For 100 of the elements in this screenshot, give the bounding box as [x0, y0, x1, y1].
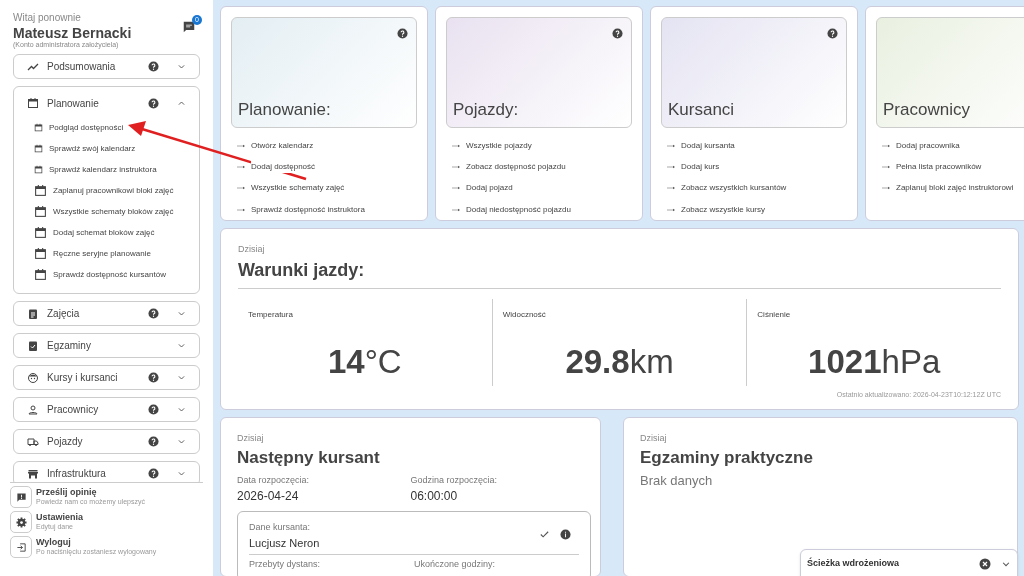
field-label: Ukończone godziny: — [414, 558, 497, 572]
chevron-down-icon — [177, 469, 186, 478]
help-icon — [612, 28, 623, 39]
store-icon — [27, 467, 39, 480]
calendar-icon — [34, 247, 47, 260]
submenu-item[interactable]: Ręczne seryjne planowanie — [34, 243, 199, 264]
chevron-down-icon — [177, 373, 186, 382]
submenu-item[interactable]: Dodaj schemat bloków zajęć — [34, 222, 199, 243]
field-label: Dane kursanta: — [249, 521, 312, 535]
clipboard-check-icon — [27, 339, 39, 352]
section-label: Kursy i kursanci — [47, 371, 119, 385]
link[interactable]: Dodaj dostępność — [237, 156, 417, 178]
link[interactable]: Dodaj niedostępność pojazdu — [452, 198, 632, 221]
card-title: Pracownicy — [883, 98, 970, 121]
link[interactable]: Zobacz wszystkich kursantów — [667, 177, 847, 199]
section-label: Planowanie — [47, 96, 100, 111]
card-title: Pojazdy: — [453, 98, 519, 121]
help-icon — [148, 372, 159, 383]
link[interactable]: Wszystkie schematy zajęć — [237, 177, 417, 199]
person-icon — [27, 403, 39, 416]
submenu-item[interactable]: Sprawdź swój kalendarz — [34, 138, 199, 159]
link[interactable]: Dodaj kurs — [667, 156, 847, 178]
link[interactable]: Dodaj pracownika — [882, 135, 1024, 157]
link[interactable]: Zobacz dostępność pojazdu — [452, 156, 632, 178]
link[interactable]: Zaplanuj bloki zajęć instruktorowi — [882, 177, 1024, 199]
caption: Dzisiaj — [238, 243, 266, 257]
card-title: Planowanie: — [238, 98, 331, 121]
panel-title: Ścieżka wdrożeniowa — [807, 557, 900, 571]
info-icon[interactable] — [560, 529, 571, 541]
submenu-item[interactable]: Wszystkie schematy bloków zajęć — [34, 201, 199, 222]
calendar-icon — [34, 226, 47, 239]
chevron-down-icon — [177, 341, 186, 350]
link[interactable]: Otwórz kalendarz — [237, 135, 417, 157]
empty-message: Brak danych — [640, 471, 714, 490]
action-title: Ustawienia — [36, 512, 84, 522]
section-label: Egzaminy — [47, 339, 92, 353]
help-icon — [148, 436, 159, 447]
section-label: Infrastruktura — [47, 467, 107, 481]
user-name: Mateusz Bernacki — [13, 25, 132, 41]
accordion-header[interactable]: Infrastruktura — [14, 462, 199, 482]
metric-label: Temperatura — [248, 308, 294, 321]
accordion-header[interactable]: Egzaminy — [14, 334, 199, 357]
metric-label: Ciśnienie — [757, 308, 792, 321]
calendar-icon — [34, 184, 47, 197]
calendar-icon — [34, 268, 47, 281]
section-label: Pojazdy — [47, 435, 84, 449]
logout-icon — [15, 541, 27, 553]
caption: Dzisiaj — [237, 431, 265, 445]
clipboard-icon — [27, 307, 39, 320]
chevron-down-icon — [177, 62, 186, 71]
field-label: Godzina rozpoczęcia: — [410, 473, 499, 487]
accordion-header[interactable]: Zajęcia — [14, 302, 199, 325]
card-title: Kursanci — [668, 98, 735, 121]
card-title: Następny kursant — [237, 447, 381, 470]
link[interactable]: Dodaj pojazd — [452, 177, 632, 199]
help-icon — [148, 468, 159, 479]
submenu-item[interactable]: Podgląd dostępności — [34, 117, 199, 138]
link[interactable]: Zobacz wszystkie kursy — [667, 198, 847, 221]
accordion-header[interactable]: Planowanie — [14, 89, 199, 117]
section-label: Pracownicy — [47, 403, 100, 417]
chevron-down-icon — [177, 309, 186, 318]
metric-label: Widoczność — [502, 308, 547, 321]
help-icon — [148, 404, 159, 415]
accordion-header[interactable]: Kursy i kursanci — [14, 366, 199, 389]
action-title: Prześlij opinię — [36, 487, 98, 497]
settings-icon — [15, 516, 27, 528]
vehicle-icon — [27, 435, 39, 448]
chevron-down-icon — [177, 405, 186, 414]
link[interactable]: Sprawdź dostępność instruktora — [237, 198, 417, 221]
feedback-icon — [15, 491, 27, 503]
chat-icon[interactable] — [182, 20, 196, 34]
field-value: 06:00:00 — [410, 488, 459, 506]
metric-value: 1021hPa — [807, 341, 942, 382]
field-value: 2026-04-24 — [237, 488, 300, 506]
help-icon — [148, 97, 159, 109]
calendar-icon — [34, 205, 47, 218]
accordion-header[interactable]: Podsumowania — [14, 55, 199, 78]
accordion-header[interactable]: Pracownicy — [14, 398, 199, 421]
help-icon — [827, 28, 838, 39]
action-title: Wyloguj — [36, 537, 72, 547]
greeting: Witaj ponownie — [13, 11, 82, 25]
submenu-item[interactable]: Sprawdź dostępność kursantów — [34, 264, 199, 285]
calendar-icon — [27, 97, 39, 109]
link[interactable]: Wszystkie pojazdy — [452, 135, 632, 157]
card-title: Egzaminy praktyczne — [640, 447, 814, 470]
help-icon — [148, 61, 159, 72]
submenu-item[interactable]: Sprawdź kalendarz instruktora — [34, 159, 199, 180]
chevron-down-icon[interactable] — [1001, 559, 1011, 569]
link[interactable]: Dodaj kursanta — [667, 135, 847, 157]
close-icon[interactable] — [979, 558, 991, 570]
section-label: Podsumowania — [47, 60, 117, 74]
link[interactable]: Pełna lista pracowników — [882, 156, 1024, 178]
submenu-item[interactable]: Zaplanuj pracownikowi bloki zajęć — [34, 180, 199, 201]
face-icon — [27, 371, 39, 384]
field-label: Przebyty dystans: — [249, 558, 322, 572]
help-icon — [397, 28, 408, 39]
help-icon — [148, 308, 159, 319]
calendar-icon — [34, 165, 43, 174]
accordion-header[interactable]: Pojazdy — [14, 430, 199, 453]
field-label: Data rozpoczęcia: — [237, 473, 311, 487]
